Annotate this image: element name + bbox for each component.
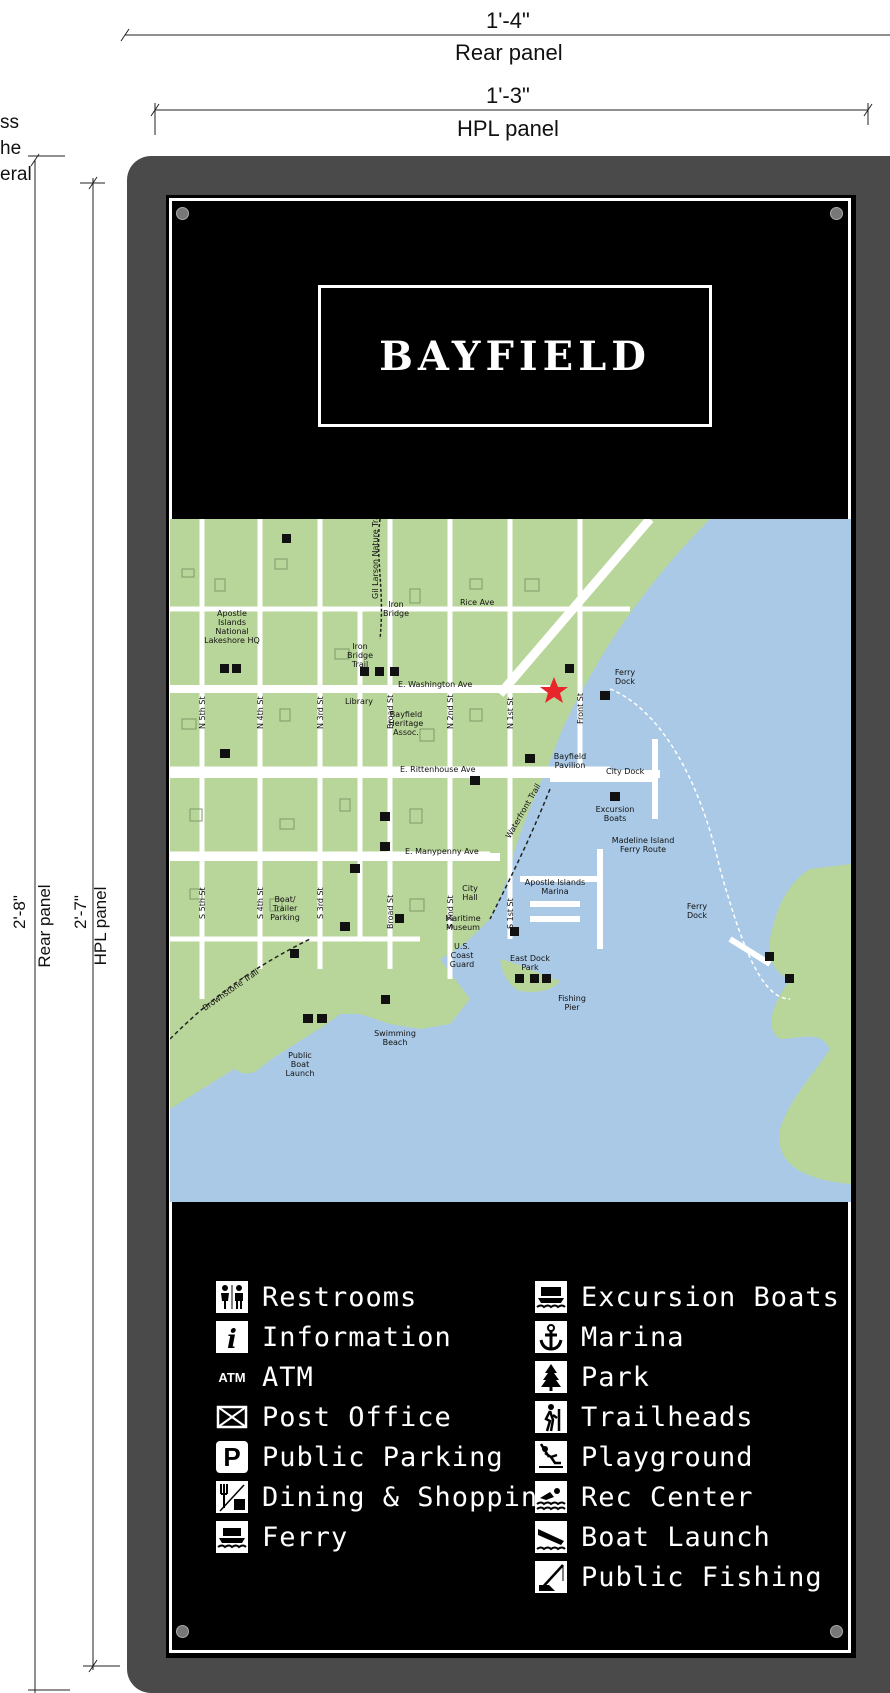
legend-label-boat-launch: Boat Launch <box>581 1521 771 1553</box>
map-land-island <box>769 864 851 1184</box>
legend-label-park: Park <box>581 1361 651 1393</box>
map-label-pavilion: Bayfield Pavilion <box>554 752 586 770</box>
map-label-washington: E. Washington Ave <box>398 680 472 689</box>
legend-label-information: Information <box>262 1321 452 1353</box>
svg-text:N 3rd St: N 3rd St <box>316 696 325 729</box>
public-fishing-icon <box>535 1561 567 1593</box>
post-office-icon <box>216 1405 248 1429</box>
town-map: Apostle Islands National Lakeshore HQ Iron B… <box>170 519 851 1202</box>
legend-item-rec-center: Rec Center <box>535 1480 754 1514</box>
svg-text:S 5th St: S 5th St <box>198 887 207 919</box>
svg-text:Broad St: Broad St <box>386 895 395 929</box>
hpl-panel-height: 2'-7" <box>71 895 90 929</box>
svg-text:S 2nd St: S 2nd St <box>446 895 455 929</box>
svg-text:Front St: Front St <box>576 693 585 724</box>
legend-label-parking: Public Parking <box>262 1441 504 1473</box>
legend-label-dining-shopping: Dining & Shopping <box>262 1481 556 1513</box>
map-label-madeline: Madeline Island Ferry Route <box>612 836 675 854</box>
legend-label-restrooms: Restrooms <box>262 1281 418 1313</box>
legend-item-atm: ATM ATM <box>216 1360 314 1394</box>
rec-center-icon <box>535 1481 567 1513</box>
legend-label-marina: Marina <box>581 1321 685 1353</box>
map-label-gil-larson: Gil Larson Nature Trail <box>371 519 380 599</box>
hpl-panel-label: HPL panel <box>457 116 559 141</box>
restrooms-icon <box>216 1281 248 1313</box>
hpl-panel-width: 1'-3" <box>486 83 530 108</box>
screw-bottom-left <box>176 1625 189 1638</box>
park-icon <box>535 1361 567 1393</box>
excursion-boats-icon <box>535 1281 567 1313</box>
rear-panel-label: Rear panel <box>455 40 563 65</box>
map-label-ferry-dock-2: Ferry Dock <box>687 902 708 920</box>
svg-text:N 4th St: N 4th St <box>256 696 265 729</box>
svg-text:S 1st St: S 1st St <box>506 898 515 929</box>
legend-item-information: i Information <box>216 1320 452 1354</box>
legend-label-post-office: Post Office <box>262 1401 452 1433</box>
screw-top-right <box>830 207 843 220</box>
atm-icon: ATM <box>218 1369 246 1385</box>
legend-item-boat-launch: Boat Launch <box>535 1520 771 1554</box>
boat-launch-icon <box>535 1521 567 1553</box>
ferry-icon <box>216 1521 248 1553</box>
map-label-boat-trailer: Boat/Trailer Parking <box>270 895 300 922</box>
hpl-panel-height-label: HPL panel <box>91 886 110 966</box>
legend-item-playground: Playground <box>535 1440 754 1474</box>
svg-text:N 1st St: N 1st St <box>506 697 515 729</box>
legend-label-atm: ATM <box>262 1361 314 1393</box>
cut-note-3: eral <box>0 164 32 185</box>
map-label-manypenny: E. Manypenny Ave <box>405 847 479 856</box>
legend-label-ferry: Ferry <box>262 1521 349 1553</box>
map-label-rittenhouse: E. Rittenhouse Ave <box>400 765 476 774</box>
svg-text:N 5th St: N 5th St <box>198 696 207 729</box>
map-label-city-dock: City Dock <box>606 767 645 776</box>
cut-note-2: he <box>0 138 22 159</box>
rear-panel-height: 2'-8" <box>10 895 29 929</box>
legend-item-post-office: Post Office <box>216 1400 452 1434</box>
legend-label-excursion-boats: Excursion Boats <box>581 1281 840 1313</box>
legend-item-ferry: Ferry <box>216 1520 348 1554</box>
rear-panel-width: 1'-4" <box>486 8 530 33</box>
map-label-library: Library <box>345 697 373 706</box>
legend-label-trailheads: Trailheads <box>581 1401 754 1433</box>
cut-note-1: ss <box>0 112 19 133</box>
svg-text:i: i <box>227 1325 237 1353</box>
rear-panel-height-label: Rear panel <box>35 884 54 968</box>
legend-item-marina: Marina <box>535 1320 685 1354</box>
screw-bottom-right <box>830 1625 843 1638</box>
information-icon: i <box>216 1321 248 1353</box>
screw-top-left <box>176 207 189 220</box>
map-label-rice-ave: Rice Ave <box>460 598 494 607</box>
legend-item-excursion-boats: Excursion Boats <box>535 1280 840 1314</box>
playground-icon <box>535 1441 567 1473</box>
parking-icon: P <box>216 1441 248 1473</box>
map-label-ferry-dock: Ferry Dock <box>615 668 636 686</box>
legend-label-playground: Playground <box>581 1441 754 1473</box>
svg-text:S 4th St: S 4th St <box>256 887 265 919</box>
legend-item-restrooms: Restrooms <box>216 1280 417 1314</box>
sign-title: BAYFIELD <box>379 332 651 380</box>
legend-item-parking: P Public Parking <box>216 1440 504 1474</box>
svg-text:Broad St: Broad St <box>386 695 395 729</box>
legend-label-rec-center: Rec Center <box>581 1481 754 1513</box>
dining-shopping-icon <box>216 1481 248 1513</box>
svg-text:S 3rd St: S 3rd St <box>316 887 325 919</box>
legend-item-public-fishing: Public Fishing <box>535 1560 823 1594</box>
trailheads-icon <box>535 1401 567 1433</box>
legend-item-dining-shopping: Dining & Shopping <box>216 1480 555 1514</box>
legend-item-park: Park <box>535 1360 650 1394</box>
legend-label-public-fishing: Public Fishing <box>581 1561 823 1593</box>
legend-item-trailheads: Trailheads <box>535 1400 754 1434</box>
marina-icon <box>535 1321 567 1353</box>
svg-text:N 2nd St: N 2nd St <box>446 694 455 729</box>
title-box: BAYFIELD <box>318 285 712 427</box>
map-label-city-hall: City Hall <box>462 884 478 902</box>
